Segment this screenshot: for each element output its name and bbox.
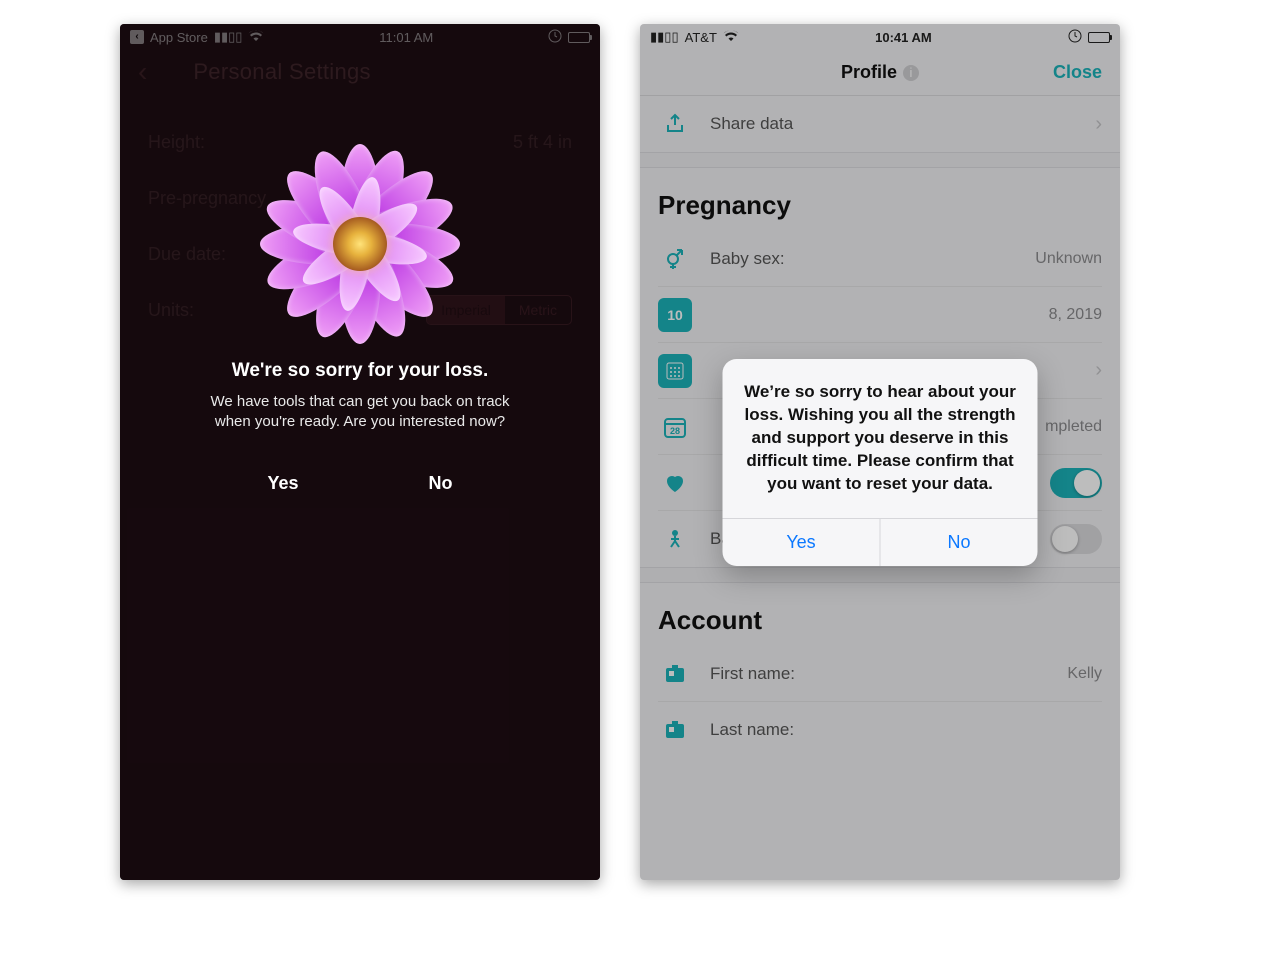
loss-yes-button[interactable]: Yes <box>267 473 298 494</box>
alert-yes-button[interactable]: Yes <box>723 519 881 566</box>
alert-no-button[interactable]: No <box>881 519 1038 566</box>
phone-left: ‹ App Store ▮▮▯▯ 11:01 AM ‹ Personal Set… <box>120 24 600 880</box>
phone-right: ▮▮▯▯ AT&T 10:41 AM Profile i Close <box>640 24 1120 880</box>
loss-no-button[interactable]: No <box>429 473 453 494</box>
alert-message: We’re so sorry to hear about your loss. … <box>723 359 1038 518</box>
loss-dialog-left: We're so sorry for your loss. We have to… <box>120 24 600 880</box>
reset-data-alert: We’re so sorry to hear about your loss. … <box>723 359 1038 566</box>
flower-icon <box>270 154 450 334</box>
loss-title: We're so sorry for your loss. <box>232 360 489 382</box>
loss-body: We have tools that can get you back on t… <box>200 392 520 433</box>
